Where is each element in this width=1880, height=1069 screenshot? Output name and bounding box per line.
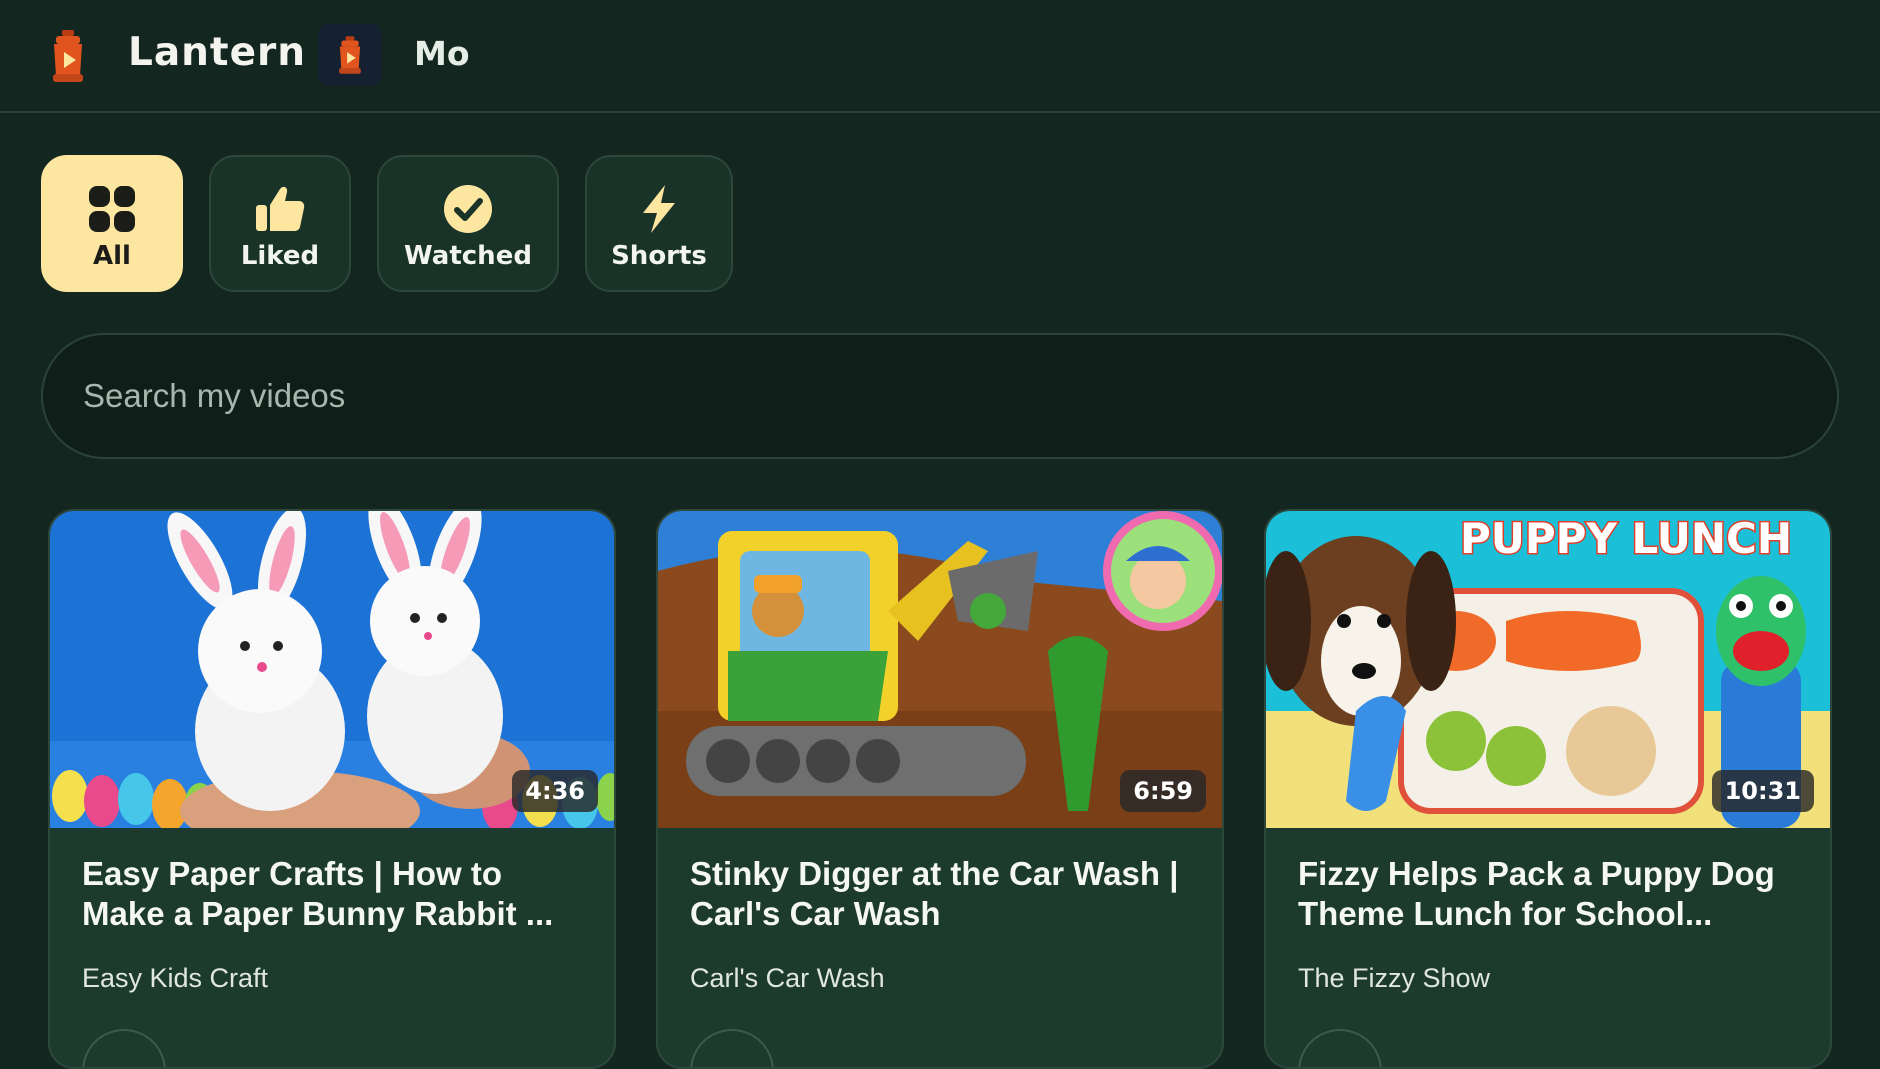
- tab-label: All: [93, 240, 131, 271]
- channel-name: Easy Kids Craft: [82, 963, 269, 993]
- video-card[interactable]: PUPPY LUNCH 10:31 Fizzy Helps Pack a Pup…: [1264, 509, 1832, 1069]
- channel-name: The Fizzy Show: [1298, 963, 1491, 993]
- card-action-button[interactable]: [690, 1029, 774, 1067]
- lantern-icon[interactable]: [50, 30, 86, 82]
- app-title: Lantern: [128, 30, 307, 75]
- lightning-icon: [643, 184, 675, 233]
- video-title[interactable]: Stinky Digger at the Car Wash | Carl's C…: [690, 854, 1200, 934]
- tab-label: Shorts: [611, 240, 707, 271]
- tab-label: Liked: [240, 240, 320, 271]
- video-card[interactable]: 6:59 Stinky Digger at the Car Wash | Car…: [656, 509, 1224, 1069]
- video-title[interactable]: Fizzy Helps Pack a Puppy Dog Theme Lunch…: [1298, 854, 1808, 934]
- tab-shorts[interactable]: Shorts: [585, 155, 733, 292]
- top-bar: Lantern Mo: [0, 0, 1880, 113]
- grid-icon: [89, 185, 135, 232]
- tab-label: Watched: [404, 240, 532, 271]
- search-input[interactable]: [83, 335, 1783, 457]
- duration-badge: 10:31: [1711, 770, 1814, 812]
- tab-watched[interactable]: Watched: [377, 155, 559, 292]
- thumbs-up-icon: [256, 186, 305, 231]
- card-action-button[interactable]: [1298, 1029, 1382, 1067]
- video-card[interactable]: 4:36 Easy Paper Crafts | How to Make a P…: [48, 509, 616, 1069]
- profile-name[interactable]: Mo: [414, 34, 470, 73]
- search-bar[interactable]: [41, 333, 1839, 459]
- duration-badge: 4:36: [512, 770, 598, 812]
- tab-liked[interactable]: Liked: [209, 155, 351, 292]
- channel-name: Carl's Car Wash: [690, 963, 885, 993]
- video-title[interactable]: Easy Paper Crafts | How to Make a Paper …: [82, 854, 592, 934]
- profile-avatar[interactable]: [318, 24, 382, 86]
- thumbnail-title-text: PUPPY LUNCH: [1460, 514, 1792, 563]
- card-action-button[interactable]: [82, 1029, 166, 1067]
- lantern-icon: [339, 36, 361, 74]
- check-circle-icon: [444, 184, 492, 233]
- tab-all[interactable]: All: [41, 155, 183, 292]
- duration-badge: 6:59: [1120, 770, 1206, 812]
